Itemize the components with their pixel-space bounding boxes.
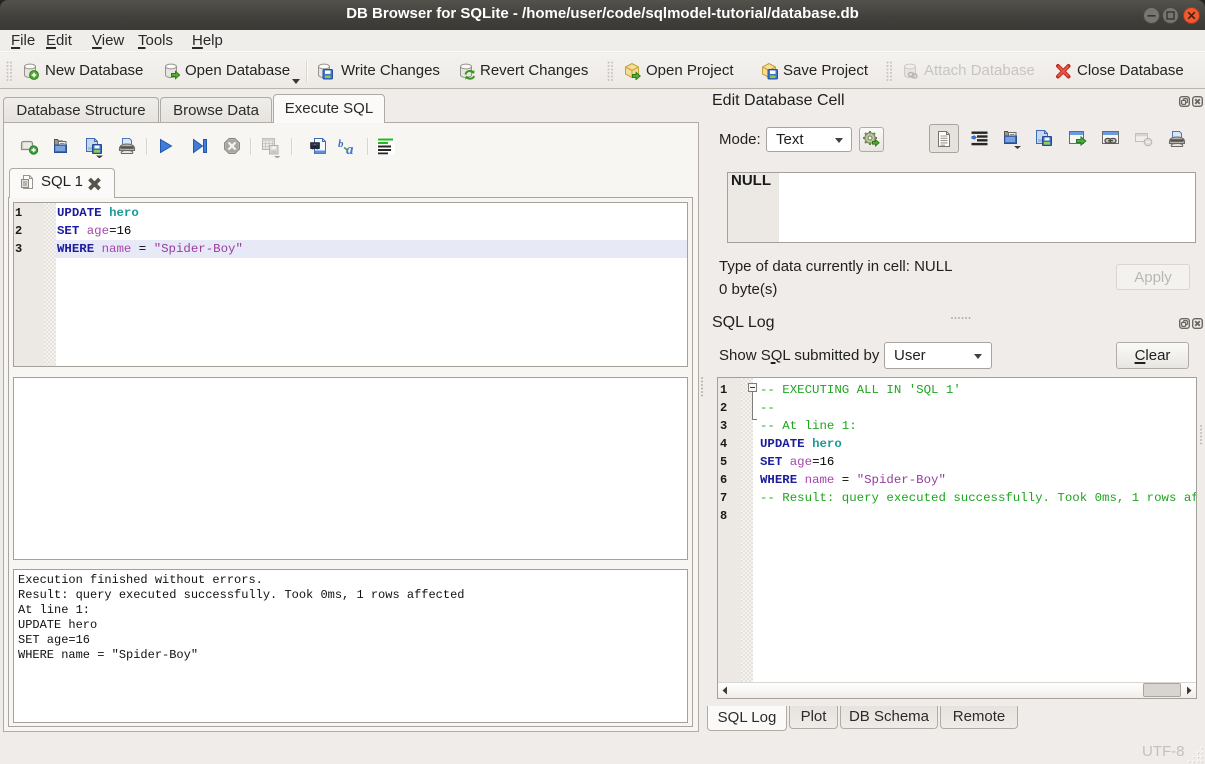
- svg-text:b: b: [338, 138, 344, 150]
